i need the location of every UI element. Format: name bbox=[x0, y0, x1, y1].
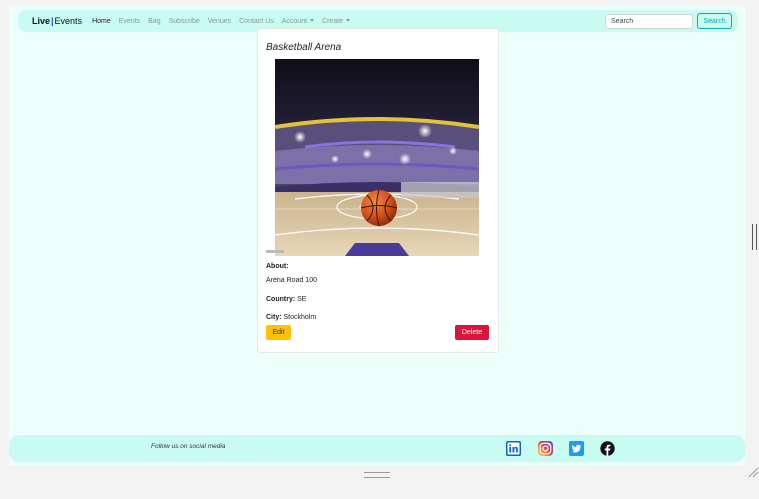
scrollbar-thumb[interactable] bbox=[752, 224, 757, 250]
nav-events[interactable]: Events bbox=[119, 18, 140, 25]
linkedin-icon[interactable] bbox=[506, 441, 521, 456]
city-value: Stockholm bbox=[283, 314, 317, 321]
panel-resize-grip-icon[interactable] bbox=[364, 472, 390, 478]
footer: Follow us on social media bbox=[9, 435, 745, 462]
venue-country: Country: SE bbox=[266, 296, 306, 303]
city-label: City: bbox=[266, 314, 282, 321]
brand-separator: | bbox=[51, 16, 54, 26]
caret-down-icon bbox=[346, 19, 351, 23]
brand-logo[interactable]: Live|Events bbox=[32, 16, 82, 26]
country-label: Country: bbox=[266, 296, 296, 303]
country-value: SE bbox=[297, 296, 307, 303]
search-button[interactable]: Search bbox=[697, 13, 732, 29]
about-label-text: About: bbox=[266, 263, 289, 270]
nav-bag[interactable]: Bag bbox=[148, 18, 160, 25]
brand-live: Live bbox=[32, 16, 51, 26]
nav-venues[interactable]: Venues bbox=[208, 18, 231, 25]
browser-viewport: Live|Events Home Events Bag Subscribe Ve… bbox=[9, 6, 745, 465]
nav-contact-us[interactable]: Contact Us bbox=[239, 18, 274, 25]
caret-down-icon bbox=[310, 19, 315, 23]
venue-card: Basketball Arena About: Arena Road 100 C… bbox=[257, 28, 499, 353]
nav-create-label: Create bbox=[322, 17, 344, 25]
nav-links: Home Events Bag Subscribe Venues Contact… bbox=[92, 18, 358, 25]
nav-home[interactable]: Home bbox=[92, 18, 111, 25]
delete-button[interactable]: Delete bbox=[455, 325, 489, 340]
nav-account-dropdown[interactable]: Account bbox=[281, 17, 315, 25]
edit-button[interactable]: Edit bbox=[266, 325, 291, 340]
window-resize-handle-icon[interactable] bbox=[747, 466, 759, 478]
follow-text: Follow us on social media bbox=[151, 443, 226, 450]
venue-address: Arena Road 100 bbox=[266, 277, 317, 284]
twitter-icon[interactable] bbox=[569, 441, 584, 456]
venue-city: City: Stockholm bbox=[266, 314, 316, 321]
search-input[interactable] bbox=[605, 13, 693, 29]
venue-image bbox=[275, 59, 479, 256]
image-caption-placeholder bbox=[266, 250, 284, 253]
facebook-icon[interactable] bbox=[600, 441, 615, 456]
brand-events: Events bbox=[54, 16, 83, 26]
search-form: Search bbox=[605, 13, 732, 29]
instagram-icon[interactable] bbox=[538, 441, 553, 456]
nav-subscribe[interactable]: Subscribe bbox=[169, 18, 200, 25]
venue-title: Basketball Arena bbox=[266, 42, 342, 53]
nav-account-label: Account bbox=[281, 17, 308, 25]
about-label: About: bbox=[266, 263, 289, 270]
nav-create-dropdown[interactable]: Create bbox=[322, 17, 351, 25]
